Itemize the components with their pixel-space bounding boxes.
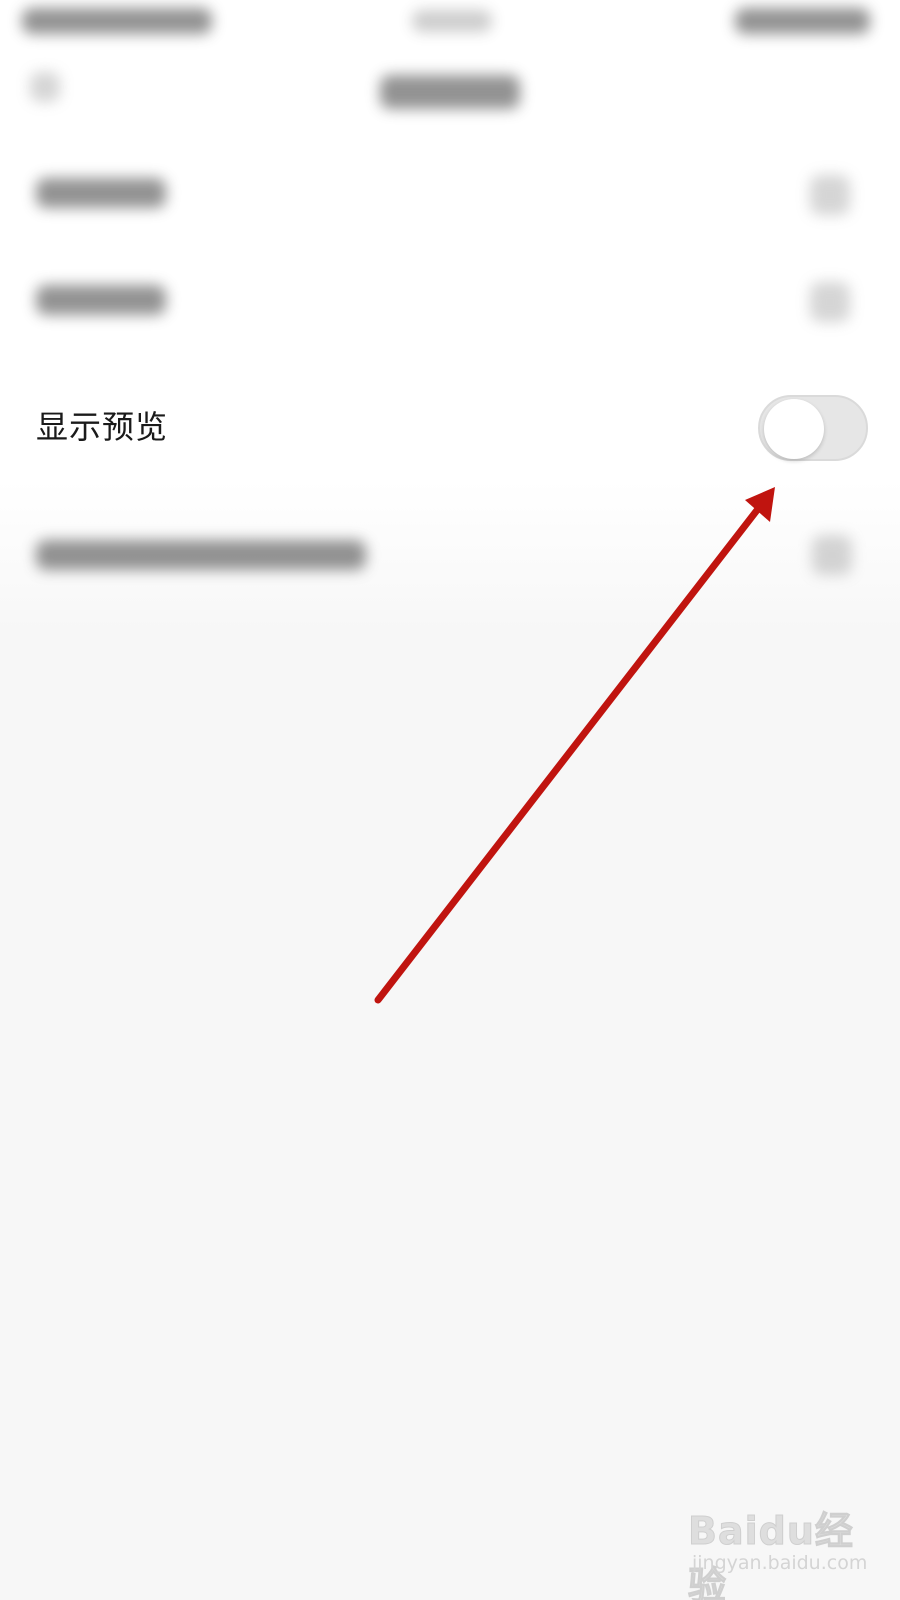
watermark-logo-text: Baidu经验 <box>688 1509 854 1600</box>
show-preview-label: 显示预览 <box>36 408 169 446</box>
settings-screen: 显示预览 Baidu经验 jingyan.baidu.com <box>0 0 900 1600</box>
watermark-url: jingyan.baidu.com <box>692 1552 868 1574</box>
setting-row-3-blurred[interactable] <box>36 540 366 570</box>
setting-row-3-control-blurred[interactable] <box>812 535 852 575</box>
show-preview-row[interactable]: 显示预览 <box>0 375 900 480</box>
status-bar-center-blurred <box>412 10 492 32</box>
setting-row-2-control-blurred[interactable] <box>810 282 850 322</box>
page-title-blurred <box>380 75 520 109</box>
setting-row-1-control-blurred[interactable] <box>810 175 850 215</box>
setting-row-1-blurred[interactable] <box>36 178 166 208</box>
toggle-knob <box>764 399 824 459</box>
show-preview-toggle[interactable] <box>758 395 868 461</box>
baidu-jingyan-watermark: Baidu经验 jingyan.baidu.com <box>688 1500 878 1600</box>
status-bar-right-blurred <box>735 8 870 34</box>
blurred-header-area <box>0 0 900 375</box>
back-icon[interactable] <box>30 72 60 102</box>
setting-row-2-blurred[interactable] <box>36 285 166 315</box>
status-bar-left-blurred <box>22 8 212 34</box>
